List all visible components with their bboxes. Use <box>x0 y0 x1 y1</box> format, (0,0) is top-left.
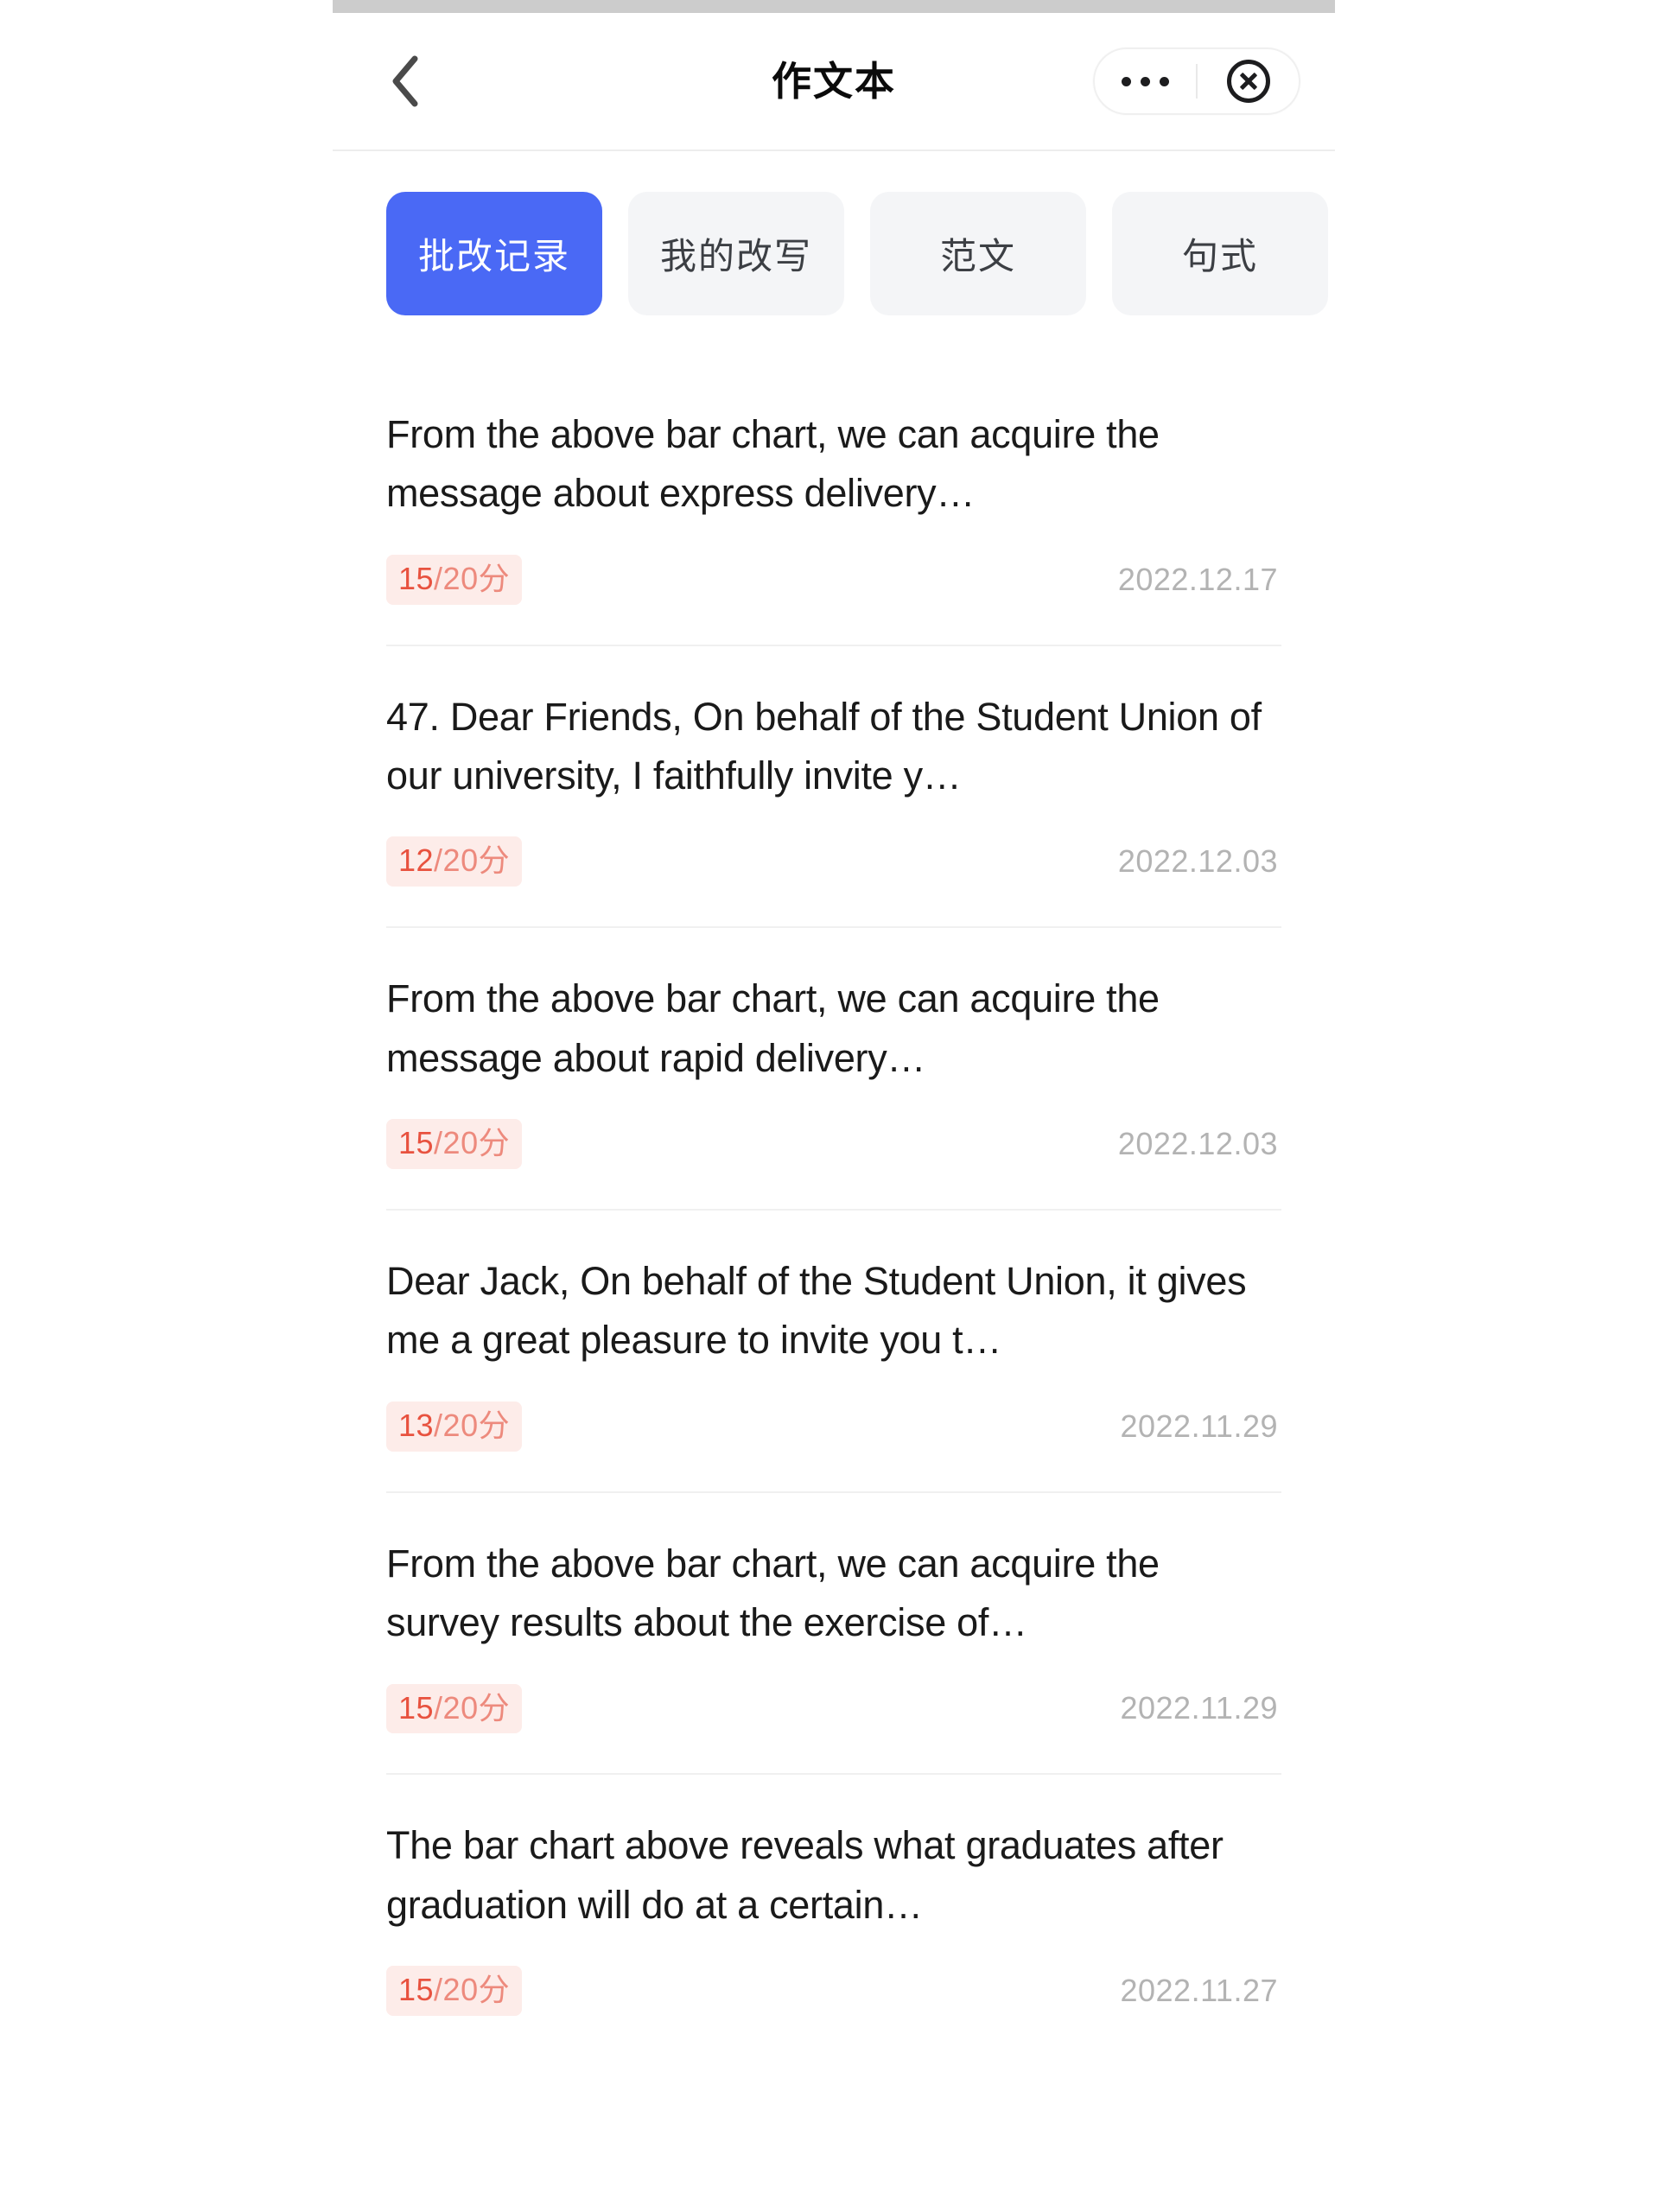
status-badge: 12/20分 <box>386 836 523 887</box>
list-item[interactable]: From the above bar chart, we can acquire… <box>386 364 1281 646</box>
status-badge: 15/20分 <box>386 1119 523 1170</box>
list-item[interactable]: From the above bar chart, we can acquire… <box>386 928 1281 1211</box>
more-horizontal-icon <box>1122 76 1169 86</box>
phone-viewport: 作文本 批改记录 我的改写 范文 句式 From the above bar c… <box>333 0 1335 2212</box>
list-item[interactable]: From the above bar chart, we can acquire… <box>386 1493 1281 1776</box>
tab-sentence-patterns[interactable]: 句式 <box>1112 192 1328 315</box>
score-value: 12 <box>398 842 435 879</box>
essay-title: The bar chart above reveals what graduat… <box>386 1823 1224 1927</box>
status-badge: 15/20分 <box>386 1683 523 1734</box>
score-total: /20分 <box>434 560 511 596</box>
status-badge: 15/20分 <box>386 554 523 605</box>
essay-date: 2022.11.27 <box>1120 1973 1278 2009</box>
essay-title: 47. Dear Friends, On behalf of the Stude… <box>386 694 1262 798</box>
page-root: 作文本 批改记录 我的改写 范文 句式 From the above bar c… <box>0 0 1659 2212</box>
essay-meta: 13/20分 2022.11.29 <box>386 1401 1281 1452</box>
tab-correction-records[interactable]: 批改记录 <box>386 192 602 315</box>
close-circle-icon <box>1226 60 1270 103</box>
essay-date: 2022.12.03 <box>1117 843 1278 880</box>
score-value: 15 <box>398 1689 435 1726</box>
tab-strip: 批改记录 我的改写 范文 句式 <box>333 151 1335 315</box>
tab-label: 句式 <box>1181 236 1258 276</box>
score-total: /20分 <box>434 1689 511 1726</box>
status-bar <box>333 0 1335 13</box>
essay-title: From the above bar chart, we can acquire… <box>386 1541 1160 1645</box>
essay-meta: 15/20分 2022.11.29 <box>386 1683 1281 1734</box>
tab-model-essays[interactable]: 范文 <box>870 192 1086 315</box>
navigation-bar: 作文本 <box>333 13 1335 151</box>
wechat-capsule <box>1093 48 1300 115</box>
score-value: 13 <box>398 1407 435 1443</box>
score-value: 15 <box>398 1125 435 1161</box>
list-item[interactable]: Dear Jack, On behalf of the Student Unio… <box>386 1211 1281 1493</box>
essay-date: 2022.11.29 <box>1120 1408 1278 1444</box>
essay-date: 2022.12.03 <box>1117 1126 1278 1162</box>
list-item[interactable]: 47. Dear Friends, On behalf of the Stude… <box>386 646 1281 929</box>
more-button[interactable] <box>1095 49 1196 113</box>
essay-title: Dear Jack, On behalf of the Student Unio… <box>386 1259 1247 1363</box>
list-item[interactable]: The bar chart above reveals what graduat… <box>386 1775 1281 2056</box>
score-total: /20分 <box>434 842 511 879</box>
tab-my-rewrites[interactable]: 我的改写 <box>628 192 844 315</box>
status-badge: 13/20分 <box>386 1401 523 1452</box>
essay-date: 2022.12.17 <box>1117 561 1278 597</box>
score-value: 15 <box>398 560 435 596</box>
tab-label: 批改记录 <box>417 236 570 276</box>
score-value: 15 <box>398 1972 435 2008</box>
tab-label: 范文 <box>939 236 1016 276</box>
essay-date: 2022.11.29 <box>1120 1690 1278 1726</box>
score-total: /20分 <box>434 1972 511 2008</box>
status-badge: 15/20分 <box>386 1966 523 2017</box>
score-total: /20分 <box>434 1125 511 1161</box>
essay-meta: 15/20分 2022.12.17 <box>386 554 1281 605</box>
essay-meta: 12/20分 2022.12.03 <box>386 836 1281 887</box>
close-button[interactable] <box>1198 49 1299 113</box>
essay-list: From the above bar chart, we can acquire… <box>333 364 1335 2056</box>
essay-title: From the above bar chart, we can acquire… <box>386 976 1160 1080</box>
score-total: /20分 <box>434 1407 511 1443</box>
essay-meta: 15/20分 2022.12.03 <box>386 1119 1281 1170</box>
tab-label: 我的改写 <box>659 236 812 276</box>
essay-title: From the above bar chart, we can acquire… <box>386 412 1160 516</box>
essay-meta: 15/20分 2022.11.27 <box>386 1966 1281 2017</box>
